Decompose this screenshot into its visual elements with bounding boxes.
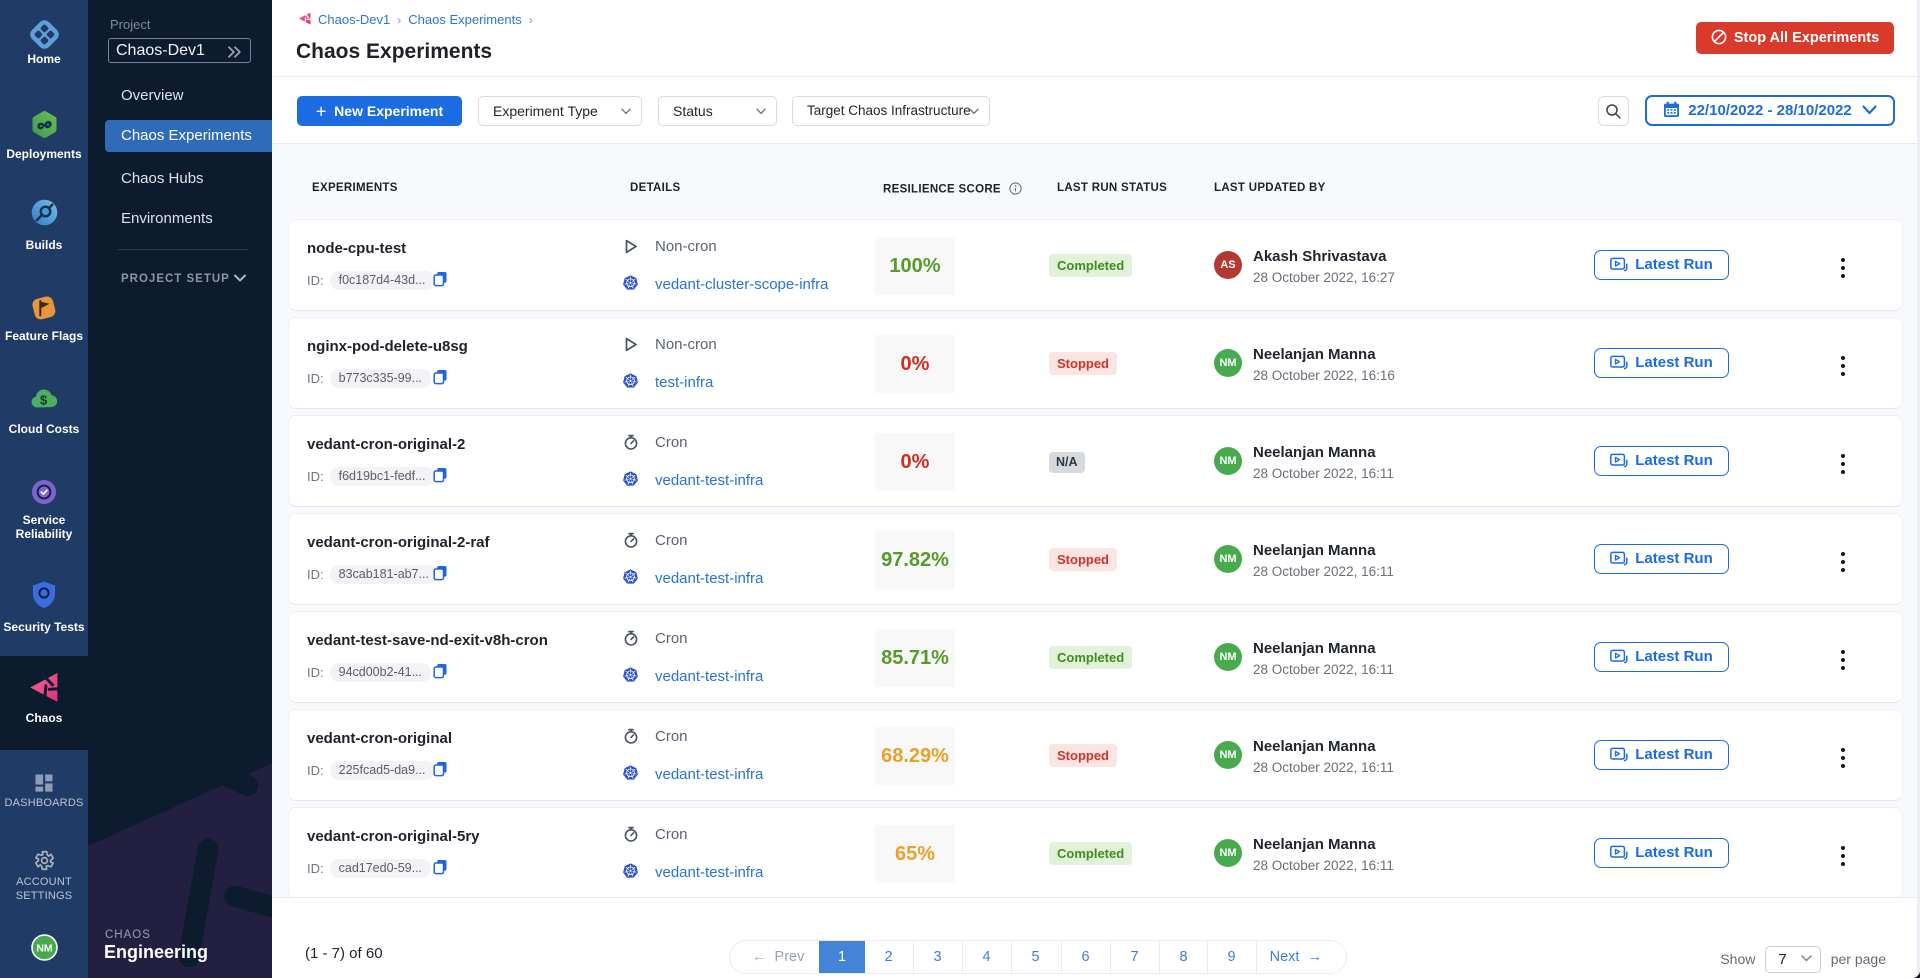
svg-text:NM: NM: [36, 943, 53, 955]
svg-text:$: $: [40, 392, 48, 407]
